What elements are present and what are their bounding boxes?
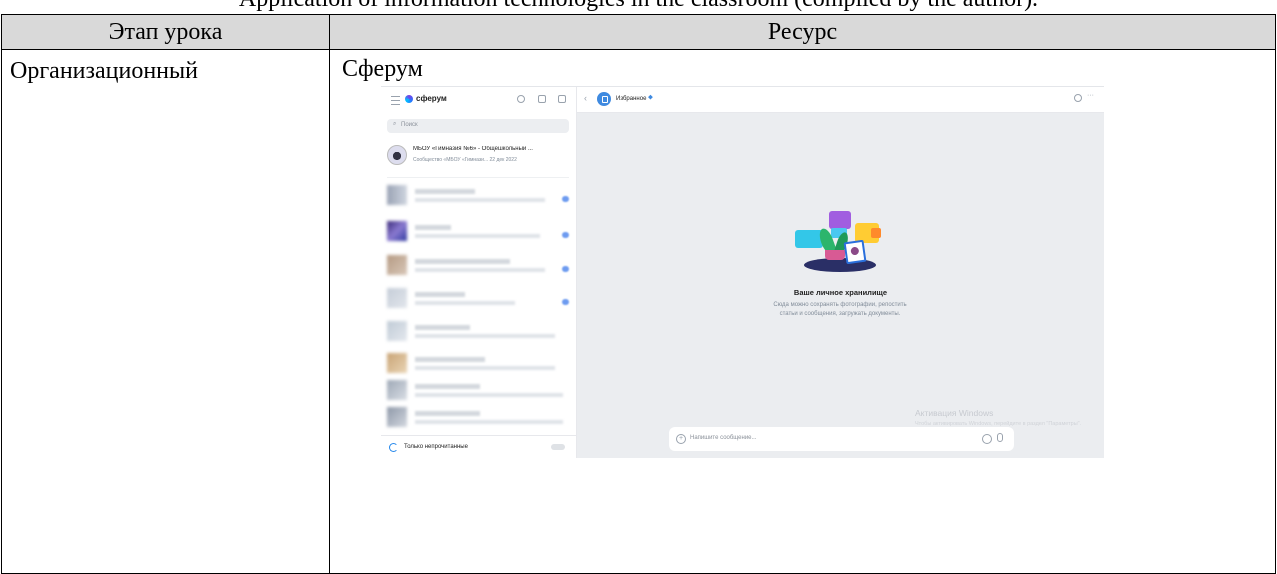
list-item[interactable]	[387, 185, 573, 207]
unread-badge	[562, 266, 569, 272]
blurred-text	[415, 411, 480, 416]
blurred-text	[415, 259, 510, 264]
blurred-text	[415, 384, 480, 389]
list-item[interactable]	[387, 321, 573, 343]
blurred-text	[415, 292, 465, 297]
illustration-card	[829, 211, 851, 229]
message-input-placeholder: Напишите сообщение...	[690, 435, 757, 441]
avatar	[387, 221, 407, 241]
list-item[interactable]	[387, 221, 573, 243]
illustration-face	[850, 246, 860, 256]
empty-state-title: Ваше личное хранилище	[793, 288, 888, 297]
empty-state-text: Сюда можно сохранять фотографии, репости…	[773, 302, 907, 317]
archive-icon[interactable]	[538, 95, 546, 103]
table-caption: Application of information technologies …	[0, 0, 1277, 12]
avatar	[387, 353, 407, 373]
header-stage: Этап урока	[1, 14, 330, 50]
avatar	[387, 321, 407, 341]
blurred-text	[415, 268, 545, 272]
blurred-text	[415, 225, 451, 230]
pinned-chat-title: МБОУ «Гимназия №6» - Общешкольный ...	[413, 146, 533, 152]
phone-icon[interactable]	[517, 95, 525, 103]
avatar	[387, 407, 407, 427]
favorites-avatar	[597, 92, 611, 106]
chat-main-pane: ‹ Избранное ⬥ ··· Ваше личное хранилище …	[577, 87, 1104, 458]
attach-icon[interactable]: +	[676, 434, 686, 444]
search-icon: ⌕	[393, 121, 397, 127]
chat-title: Избранное	[616, 96, 647, 102]
search-icon[interactable]	[1074, 94, 1082, 102]
pinned-chat[interactable]: МБОУ «Гимназия №6» - Общешкольный ... Со…	[381, 141, 576, 173]
menu-icon[interactable]	[391, 96, 400, 105]
illustration-photo	[843, 239, 867, 265]
cell-stage: Организационный	[1, 49, 330, 574]
blurred-text	[415, 393, 563, 397]
sferum-logo-icon	[405, 95, 413, 103]
list-item[interactable]	[387, 353, 573, 375]
unread-badge	[562, 196, 569, 202]
avatar	[387, 145, 407, 165]
avatar	[387, 255, 407, 275]
blurred-text	[415, 334, 555, 338]
illustration-pot	[825, 250, 845, 260]
resource-name: Сферум	[342, 56, 423, 82]
blurred-text	[415, 357, 485, 362]
avatar	[387, 288, 407, 308]
blurred-text	[415, 198, 545, 202]
blurred-text	[415, 366, 555, 370]
list-item[interactable]	[387, 288, 573, 310]
blurred-text	[415, 234, 540, 238]
chat-header: ‹ Избранное ⬥ ···	[577, 87, 1104, 113]
header-resource: Ресурс	[329, 14, 1276, 50]
emoji-icon[interactable]	[982, 434, 992, 444]
sidebar-footer: Только непрочитанные	[381, 435, 576, 458]
microphone-icon[interactable]	[997, 433, 1003, 442]
compose-icon[interactable]	[558, 95, 566, 103]
list-item[interactable]	[387, 255, 573, 277]
verified-icon: ⬥	[648, 94, 653, 101]
more-icon[interactable]: ···	[1087, 92, 1094, 99]
illustration-card	[871, 228, 881, 238]
pinned-chat-subtitle: Сообщество «МБОУ «Гимнази... 22 дек 2022	[413, 157, 517, 163]
unread-only-toggle[interactable]	[551, 444, 565, 450]
chat-sidebar: сферум ⌕ Поиск МБОУ «Гимназия №6» - Обще…	[381, 87, 577, 458]
refresh-icon	[389, 443, 398, 452]
divider	[387, 177, 569, 178]
back-icon[interactable]: ‹	[584, 93, 587, 103]
blurred-text	[415, 420, 563, 424]
search-placeholder: Поиск	[401, 122, 418, 128]
unread-only-label: Только непрочитанные	[404, 444, 468, 450]
storage-illustration	[787, 210, 887, 280]
list-item[interactable]	[387, 407, 573, 429]
windows-activation-title: Активация Windows	[915, 408, 994, 418]
messenger-screenshot: сферум ⌕ Поиск МБОУ «Гимназия №6» - Обще…	[381, 86, 1104, 458]
unread-badge	[562, 299, 569, 305]
table-header-row: Этап урока Ресурс	[1, 14, 1276, 50]
search-input[interactable]: ⌕ Поиск	[387, 119, 569, 133]
blurred-text	[415, 189, 475, 194]
avatar	[387, 380, 407, 400]
unread-badge	[562, 232, 569, 238]
sidebar-header: сферум	[381, 87, 576, 113]
list-item[interactable]	[387, 380, 573, 402]
avatar	[387, 185, 407, 205]
sferum-logo-text: сферум	[416, 94, 447, 103]
blurred-text	[415, 301, 515, 305]
message-composer[interactable]: + Напишите сообщение...	[669, 427, 1014, 451]
blurred-text	[415, 325, 470, 330]
